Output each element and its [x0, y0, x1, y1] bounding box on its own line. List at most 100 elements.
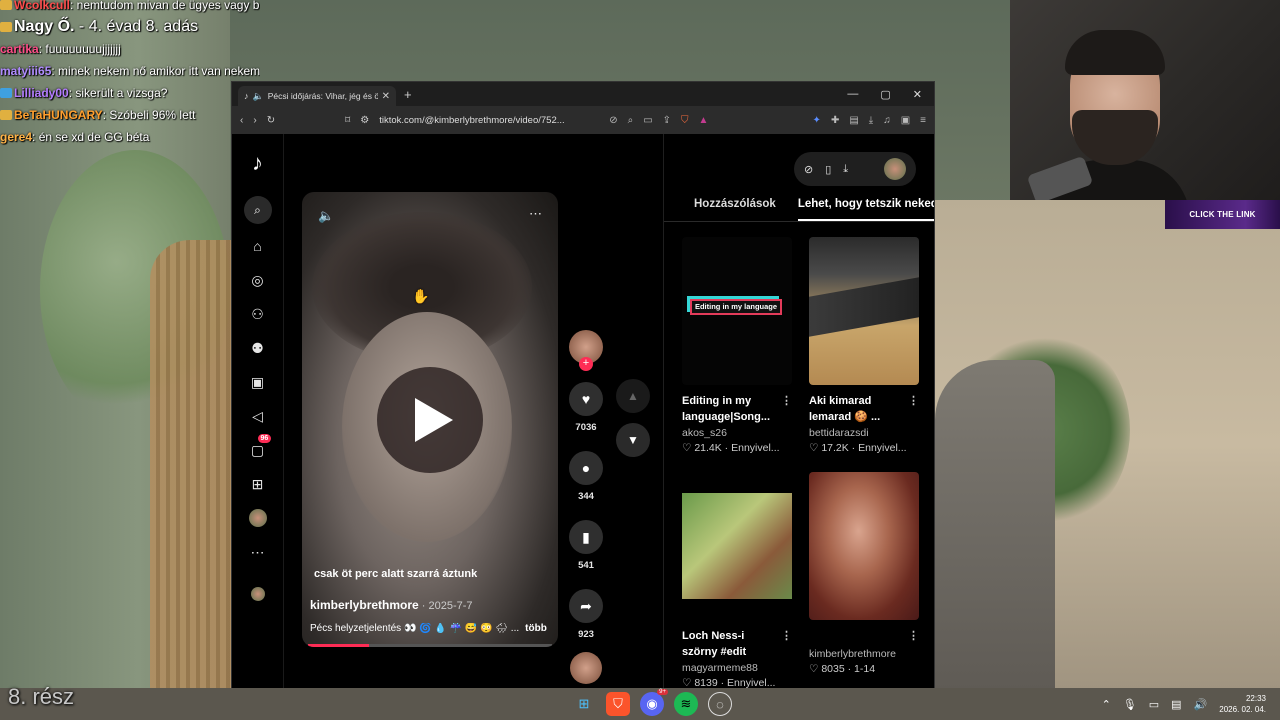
comment-button[interactable]: ●: [569, 451, 603, 485]
video-thumbnail[interactable]: [809, 472, 919, 620]
embed-icon[interactable]: ⊘: [804, 163, 813, 176]
minimize-button[interactable]: —: [847, 88, 858, 101]
clock[interactable]: 22:33 2026. 02. 04.: [1219, 693, 1266, 715]
rewards-icon[interactable]: ▲: [699, 115, 709, 126]
volume-icon[interactable]: 🔊: [1194, 698, 1208, 711]
brave-icon[interactable]: ⛉: [606, 692, 630, 716]
speaker-icon[interactable]: 🔈: [253, 91, 264, 102]
previous-video-button[interactable]: ▲: [616, 379, 650, 413]
card-author[interactable]: bettidarazsdi: [809, 427, 919, 439]
bookmark-icon[interactable]: ⌑: [345, 115, 350, 126]
following-icon[interactable]: ⚇: [248, 304, 268, 324]
cast-icon[interactable]: ▭: [643, 115, 652, 126]
tiktok-logo-icon[interactable]: ♪: [252, 150, 263, 176]
card-title[interactable]: Loch Ness-i szörny #edit #nekedbe... ⋮: [682, 628, 792, 660]
card-menu-icon[interactable]: ⋮: [781, 393, 792, 409]
microphone-icon[interactable]: 🎙: [1123, 698, 1137, 711]
extensions-icon[interactable]: ✚: [831, 115, 839, 126]
media-icon[interactable]: ♫: [883, 115, 891, 126]
card-author[interactable]: akos_s26: [682, 427, 792, 439]
url-field[interactable]: tiktok.com/@kimberlybrethmore/video/752.…: [379, 115, 599, 126]
card-menu-icon[interactable]: ⋮: [908, 628, 919, 644]
tab-comments[interactable]: Hozzászólások: [694, 192, 776, 221]
share-icon[interactable]: ⇪: [663, 115, 671, 126]
browser-tab[interactable]: ♪ 🔈 Pécsi időjárás: Vihar, jég és ön… ✕: [238, 86, 396, 106]
card-title[interactable]: ⋮: [809, 628, 919, 646]
video-player[interactable]: 🔈 ⋯ csak öt perc alatt szarrá áztunk kim…: [302, 192, 558, 647]
creator-avatar[interactable]: +: [569, 330, 603, 371]
discord-badge: 9+: [657, 689, 668, 695]
video-card[interactable]: Editing in my language Editing in my lan…: [682, 237, 792, 454]
download-icon[interactable]: ⤓: [869, 115, 873, 126]
site-info-icon[interactable]: ⚙: [360, 115, 369, 126]
obs-icon[interactable]: ◌: [708, 692, 732, 716]
like-button[interactable]: ♥: [569, 382, 603, 416]
leo-icon[interactable]: ✦: [813, 115, 821, 126]
network-icon[interactable]: ▤: [1171, 698, 1181, 711]
menu-icon[interactable]: ≡: [920, 115, 926, 126]
friends-icon[interactable]: ⚉: [248, 338, 268, 358]
activity-icon[interactable]: ▢ 96: [248, 434, 272, 460]
maximize-button[interactable]: ▢: [880, 88, 890, 101]
more-link[interactable]: több: [525, 623, 547, 634]
chat-text: : nemtudom mivan de ügyes vagy béta: [70, 0, 260, 12]
user-avatar[interactable]: [884, 158, 906, 180]
messages-icon[interactable]: ◁: [248, 406, 268, 426]
video-thumbnail[interactable]: [682, 472, 792, 620]
new-tab-button[interactable]: +: [404, 87, 412, 102]
explore-icon[interactable]: ◎: [248, 270, 268, 290]
back-icon[interactable]: ‹: [240, 115, 243, 126]
live-icon[interactable]: ▣: [248, 372, 268, 392]
discord-icon[interactable]: ◉ 9+: [640, 689, 668, 716]
account-avatar[interactable]: [248, 584, 268, 604]
no-tracking-icon[interactable]: ⊘: [609, 115, 617, 126]
play-button[interactable]: [377, 367, 483, 473]
chat-message: Lilliady00: sikerült a vizsga?: [0, 82, 260, 104]
zoom-icon[interactable]: ⌕: [628, 115, 634, 126]
more-options-icon[interactable]: ⋯: [529, 206, 542, 222]
thumbnail-figure: [809, 277, 919, 337]
card-menu-icon[interactable]: ⋮: [781, 628, 792, 644]
chat-message: matyiii65: minek nekem nő amikor itt van…: [0, 60, 260, 82]
card-author[interactable]: magyarmeme88: [682, 662, 792, 674]
video-card[interactable]: Loch Ness-i szörny #edit #nekedbe... ⋮ ma…: [682, 472, 792, 688]
card-title[interactable]: Editing in my language|Song... ⋮: [682, 393, 792, 425]
mute-icon[interactable]: 🔈: [318, 208, 334, 224]
more-icon[interactable]: ⋯: [248, 542, 268, 562]
profile-avatar[interactable]: [248, 508, 268, 528]
home-icon[interactable]: ⌂: [248, 236, 268, 256]
tiktok-sidebar: ♪ ⌕ ⌂ ◎ ⚇ ⚉ ▣ ◁ ▢ 96 ⊞ ⋯: [232, 134, 284, 688]
close-tab-icon[interactable]: ✕: [382, 91, 390, 102]
reader-icon[interactable]: ▤: [849, 115, 858, 126]
save-button[interactable]: ▮: [569, 520, 603, 554]
card-title[interactable]: Aki kimarad lemarad 🍪 ... ⋮: [809, 393, 919, 425]
tab-you-may-like[interactable]: Lehet, hogy tetszik neked: [797, 192, 934, 221]
close-window-button[interactable]: ✕: [913, 88, 922, 101]
brave-shield-icon[interactable]: ⛉: [681, 115, 689, 126]
card-menu-icon[interactable]: ⋮: [908, 393, 919, 409]
chat-username: Lilliady00: [14, 86, 69, 100]
reload-icon[interactable]: ↻: [267, 115, 275, 126]
device-icon[interactable]: ▯: [825, 163, 831, 176]
chevron-up-icon[interactable]: ⌃: [1102, 698, 1111, 711]
panel-tabs: Hozzászólások Lehet, hogy tetszik neked: [664, 192, 934, 222]
video-card[interactable]: Aki kimarad lemarad 🍪 ... ⋮ bettidarazsdi…: [809, 237, 919, 454]
sound-avatar[interactable]: [570, 652, 602, 684]
card-author[interactable]: kimberlybrethmore: [809, 648, 919, 660]
video-thumbnail[interactable]: [809, 237, 919, 385]
video-thumbnail[interactable]: Editing in my language: [682, 237, 792, 385]
share-button[interactable]: ➦: [569, 589, 603, 623]
follow-plus-icon[interactable]: +: [579, 357, 593, 371]
video-progress-bar[interactable]: [308, 644, 552, 647]
upload-icon[interactable]: ⊞: [248, 474, 268, 494]
video-author-link[interactable]: kimberlybrethmore: [310, 598, 419, 612]
windows-start-icon[interactable]: ⊞: [572, 692, 596, 716]
spotify-icon[interactable]: ≋: [674, 692, 698, 716]
forward-icon[interactable]: ›: [253, 115, 256, 126]
download-video-icon[interactable]: ⤓: [843, 163, 848, 176]
search-icon[interactable]: ⌕: [243, 196, 272, 224]
display-icon[interactable]: ▭: [1149, 698, 1159, 711]
next-video-button[interactable]: ▼: [616, 423, 650, 457]
video-card[interactable]: ⋮ kimberlybrethmore ♡ 8035 · 1-14: [809, 472, 919, 675]
wallet-icon[interactable]: ▣: [901, 115, 910, 126]
